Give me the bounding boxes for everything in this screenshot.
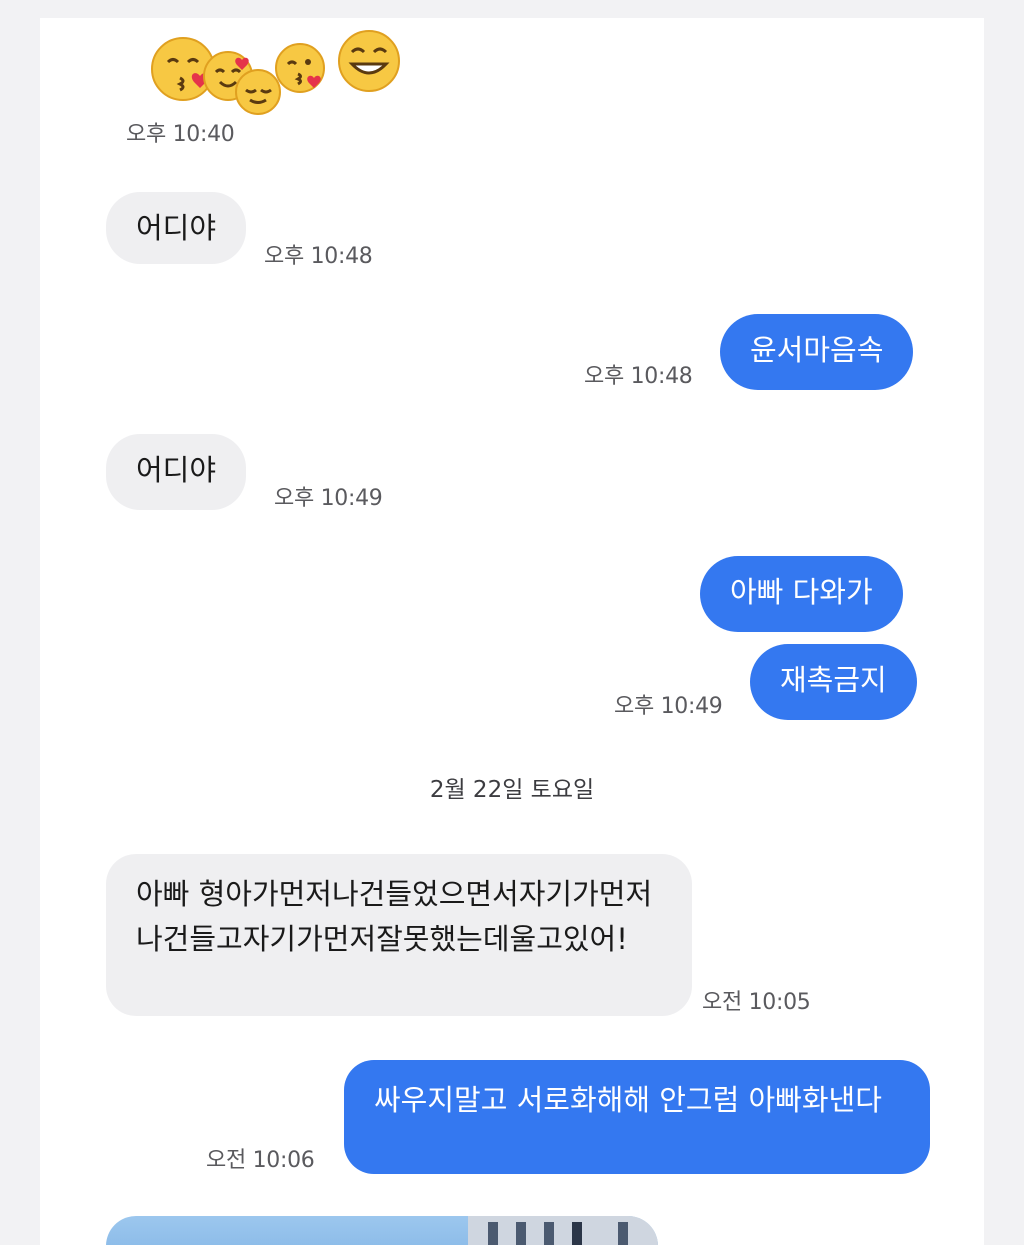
outgoing-message-bubble[interactable]: 재촉금지 [750,644,917,720]
message-timestamp: 오후 10:49 [614,694,723,719]
message-timestamp: 오후 10:48 [584,364,693,389]
incoming-message-bubble[interactable]: 어디야 [106,192,247,264]
chat-thread[interactable]: 오후 10:40 어디야 오후 10:48 오후 10:48 윤서마음속 어디야… [40,18,984,1245]
message-timestamp: 오후 10:48 [264,244,373,269]
kissing-heart-face-icon [275,43,325,93]
incoming-message-bubble[interactable]: 어디야 [106,434,247,510]
date-separator: 2월 22일 토요일 [429,777,595,803]
outgoing-message-bubble[interactable]: 아빠 다와가 [700,556,903,632]
outgoing-message-bubble[interactable]: 윤서마음속 [720,314,914,390]
message-timestamp: 오전 10:05 [702,990,811,1015]
incoming-message-bubble[interactable]: 아빠 형아가먼저나건들었으면서자기가먼저나건들고자기가먼저잘못했는데울고있어! [106,854,692,1016]
building-photo [468,1216,658,1245]
grinning-face-icon [338,30,400,92]
outgoing-message-bubble[interactable]: 싸우지말고 서로화해해 안그럼 아빠화낸다 [344,1060,930,1174]
message-timestamp: 오후 10:49 [274,486,383,511]
image-message-preview[interactable] [106,1216,658,1245]
message-timestamp: 오후 10:40 [126,122,235,147]
emoji-sticker-message[interactable] [150,28,410,115]
message-timestamp: 오전 10:06 [206,1148,315,1173]
